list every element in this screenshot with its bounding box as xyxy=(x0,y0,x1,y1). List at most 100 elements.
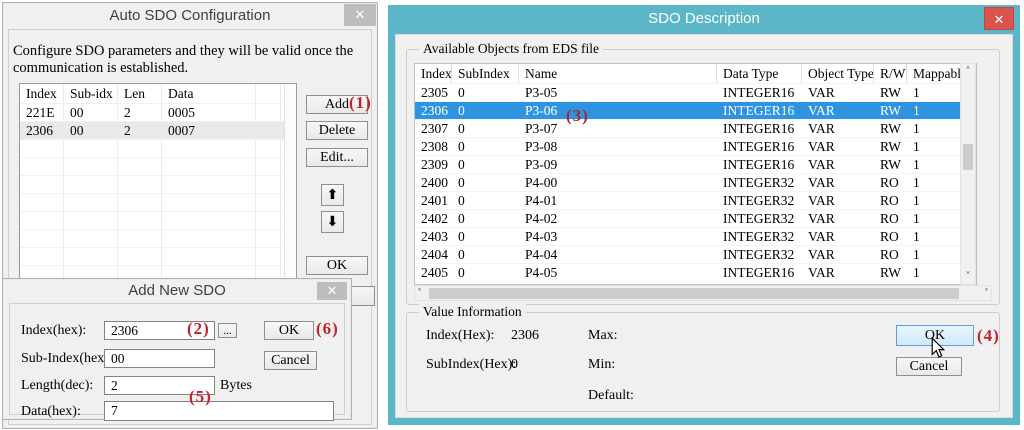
eds-object-row[interactable]: 23080P3-08INTEGER16VARRW1 xyxy=(415,138,976,156)
add-new-sdo-dialog: Add New SDO ✕ Index(hex): 2306 ... OK Su… xyxy=(2,278,352,420)
delete-button[interactable]: Delete xyxy=(306,121,368,140)
cell xyxy=(118,140,162,157)
cell xyxy=(162,230,256,247)
cell xyxy=(162,158,256,175)
sdo-parameter-row xyxy=(20,194,296,212)
eds-object-row[interactable]: 24030P4-03INTEGER32VARRO1 xyxy=(415,228,976,246)
auto-sdo-ok-button[interactable]: OK xyxy=(306,256,368,275)
close-icon[interactable]: ✕ xyxy=(344,4,376,26)
eds-object-row[interactable]: 24000P4-00INTEGER32VARRO1 xyxy=(415,174,976,192)
sdo-parameter-row[interactable]: IndexSub-idxLenData xyxy=(20,84,296,104)
browse-button[interactable]: ... xyxy=(218,323,237,338)
scroll-left-icon[interactable]: ˂ xyxy=(417,288,422,299)
cell: 00 xyxy=(64,122,118,139)
cell: 0 xyxy=(452,210,519,227)
sdo-parameter-row[interactable]: 221E0020005 xyxy=(20,104,296,122)
move-up-button[interactable]: ⬆ xyxy=(321,184,344,206)
cell: 2 xyxy=(118,104,162,121)
add-new-sdo-ok-button[interactable]: OK xyxy=(264,321,314,340)
cell xyxy=(20,194,64,211)
cell: 0 xyxy=(452,264,519,281)
cell: RW xyxy=(874,84,907,101)
horizontal-scroll-thumb[interactable] xyxy=(429,288,959,299)
cell xyxy=(256,84,281,103)
sdo-parameter-row[interactable]: 23060020007 xyxy=(20,122,296,140)
sdo-parameter-row xyxy=(20,158,296,176)
vertical-scroll-thumb[interactable] xyxy=(963,144,973,170)
cell: Data Type xyxy=(717,64,802,83)
annotation-step-1: (1) xyxy=(349,93,372,113)
move-down-button[interactable]: ⬇ xyxy=(321,211,344,233)
annotation-step-6: (6) xyxy=(316,319,339,339)
cell xyxy=(118,230,162,247)
cell xyxy=(256,104,281,121)
eds-object-row[interactable]: 23090P3-09INTEGER16VARRW1 xyxy=(415,156,976,174)
cell: P4-01 xyxy=(519,192,717,209)
cell: RW xyxy=(874,138,907,155)
eds-objects-table[interactable]: IndexSubIndexNameData TypeObject TypeR/W… xyxy=(414,63,977,285)
cell: 2307 xyxy=(415,120,452,137)
close-icon[interactable]: ✕ xyxy=(984,7,1014,30)
eds-object-row[interactable]: 24050P4-05INTEGER16VARRW1 xyxy=(415,264,976,282)
sdo-parameter-table-scrollbar[interactable] xyxy=(284,84,296,280)
eds-object-row[interactable]: 23070P3-07INTEGER16VARRW1 xyxy=(415,120,976,138)
cell: Index xyxy=(20,84,64,103)
eds-object-row[interactable]: IndexSubIndexNameData TypeObject TypeR/W… xyxy=(415,64,976,84)
cell: INTEGER16 xyxy=(717,120,802,137)
data-hex-input[interactable]: 7 xyxy=(104,401,334,421)
value-index-value: 2306 xyxy=(511,328,539,344)
cell xyxy=(20,158,64,175)
sdo-parameter-table[interactable]: IndexSub-idxLenData221E00200052306002000… xyxy=(19,83,297,281)
edit-button[interactable]: Edit... xyxy=(306,148,368,167)
cell: VAR xyxy=(802,246,874,263)
cell: VAR xyxy=(802,102,874,119)
cell xyxy=(118,194,162,211)
eds-table-horizontal-scrollbar[interactable]: ˂ ˃ xyxy=(414,285,992,301)
cell xyxy=(64,194,118,211)
scroll-down-icon[interactable]: ˅ xyxy=(961,271,975,282)
cell: 0 xyxy=(452,102,519,119)
cell: 2309 xyxy=(415,156,452,173)
cell xyxy=(20,140,64,157)
cell xyxy=(20,212,64,229)
annotation-step-2: (2) xyxy=(187,319,210,339)
sdo-description-cancel-button[interactable]: Cancel xyxy=(896,357,962,376)
eds-object-row[interactable]: 23060P3-06INTEGER16VARRW1 xyxy=(415,102,976,120)
cell xyxy=(256,158,281,175)
cell xyxy=(162,248,256,265)
cell: RO xyxy=(874,246,907,263)
scroll-right-icon[interactable]: ˃ xyxy=(984,288,989,299)
cell: 0 xyxy=(452,120,519,137)
cell: VAR xyxy=(802,138,874,155)
cell xyxy=(256,176,281,193)
cell: 0007 xyxy=(162,122,256,139)
cell: P4-00 xyxy=(519,174,717,191)
close-icon[interactable]: ✕ xyxy=(317,282,347,300)
cell xyxy=(20,176,64,193)
subindex-hex-input[interactable]: 00 xyxy=(104,349,215,368)
eds-object-row[interactable]: 24010P4-01INTEGER32VARRO1 xyxy=(415,192,976,210)
eds-object-row[interactable]: 24020P4-02INTEGER32VARRO1 xyxy=(415,210,976,228)
cell: Data xyxy=(162,84,256,103)
cell: RW xyxy=(874,156,907,173)
cell: INTEGER32 xyxy=(717,192,802,209)
cell xyxy=(64,230,118,247)
cell: 0 xyxy=(452,84,519,101)
cell: R/W xyxy=(874,64,907,83)
cell: 0005 xyxy=(162,104,256,121)
cell xyxy=(118,176,162,193)
cell: 2305 xyxy=(415,84,452,101)
cell: VAR xyxy=(802,264,874,281)
scroll-up-icon[interactable]: ˄ xyxy=(961,66,975,77)
auto-sdo-cancel-button-partial[interactable] xyxy=(351,286,375,306)
add-new-sdo-cancel-button[interactable]: Cancel xyxy=(264,351,317,370)
cell: VAR xyxy=(802,120,874,137)
cell: P4-05 xyxy=(519,264,717,281)
eds-table-vertical-scrollbar[interactable]: ˄ ˅ xyxy=(960,63,976,285)
cell: Object Type xyxy=(802,64,874,83)
eds-object-row[interactable]: 23050P3-05INTEGER16VARRW1 xyxy=(415,84,976,102)
eds-object-row[interactable]: 24040P4-04INTEGER32VARRO1 xyxy=(415,246,976,264)
cell xyxy=(256,248,281,265)
cell xyxy=(162,140,256,157)
cell: 2403 xyxy=(415,228,452,245)
